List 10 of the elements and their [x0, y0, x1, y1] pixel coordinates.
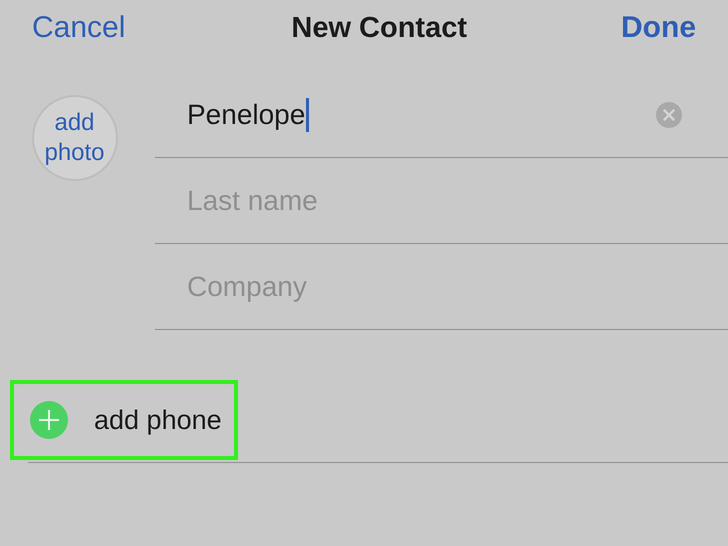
clear-icon[interactable]	[656, 102, 682, 128]
input-field[interactable]: Last name	[187, 184, 318, 216]
input-field[interactable]: Company	[187, 270, 307, 302]
cancel-button[interactable]: Cancel	[32, 11, 126, 45]
add-phone-button[interactable]: add phone	[10, 380, 238, 460]
input-field[interactable]: Penelope	[187, 98, 310, 132]
done-button[interactable]: Done	[621, 11, 696, 45]
screen-title: New Contact	[291, 12, 468, 44]
add-icon	[30, 401, 68, 439]
add-photo-button[interactable]: add photo	[32, 95, 118, 181]
